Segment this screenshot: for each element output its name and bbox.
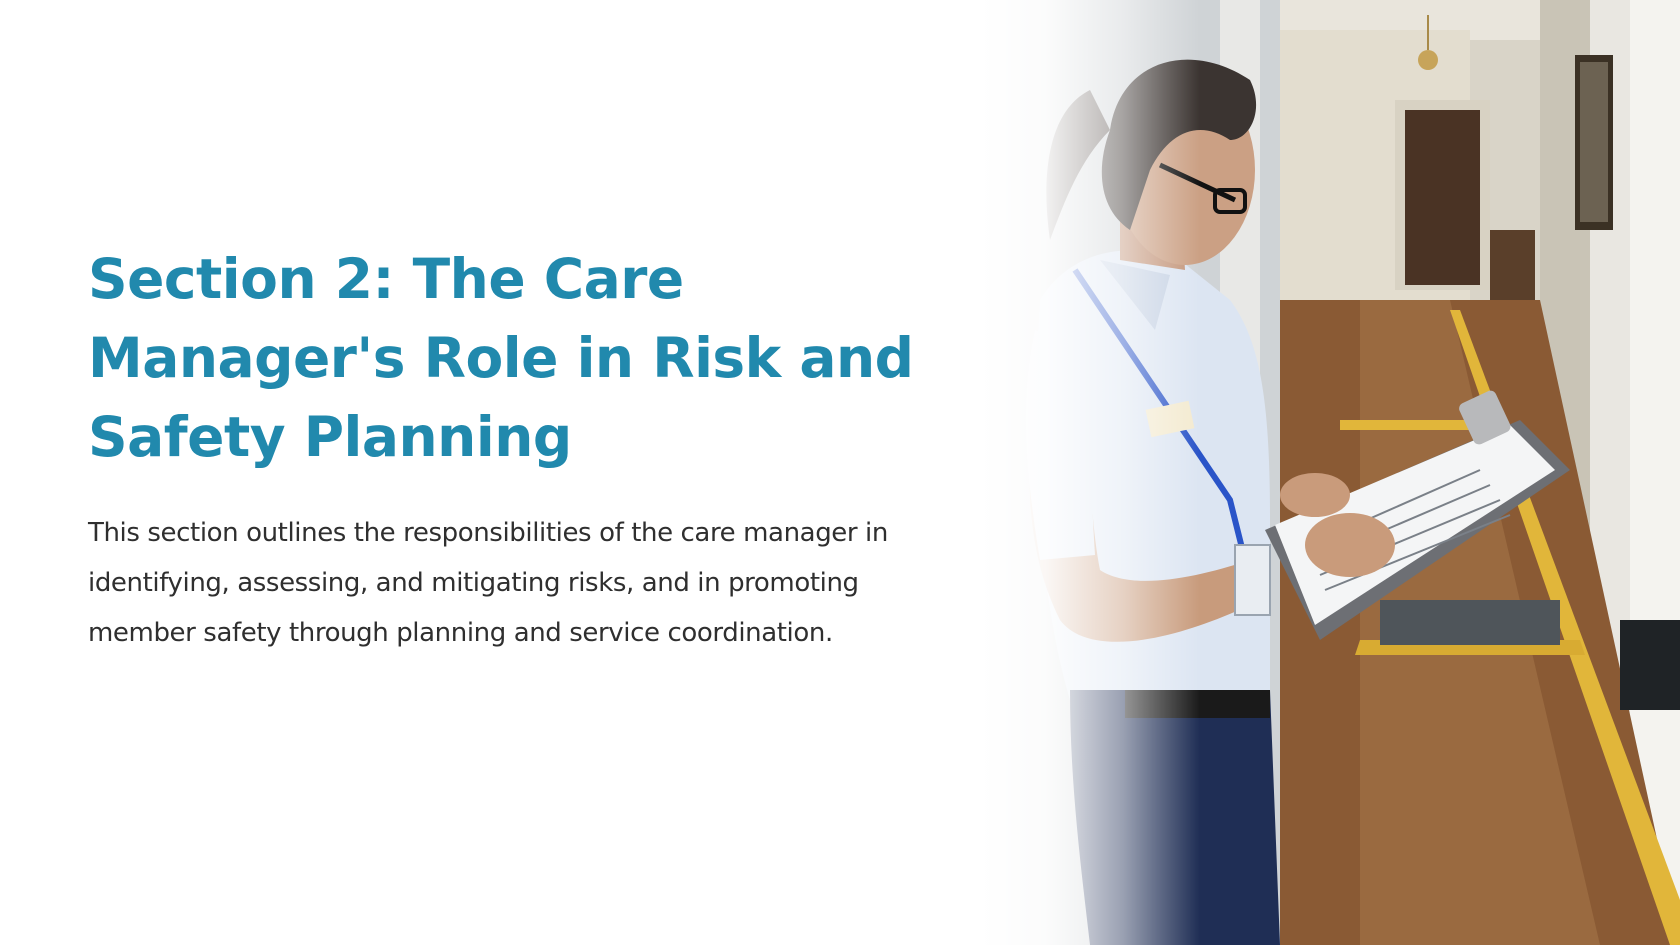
image-fade-overlay xyxy=(980,0,1200,945)
slide-body-text: This section outlines the responsibiliti… xyxy=(88,518,888,648)
slide: Section 2: The Care Manager's Role in Ri… xyxy=(0,0,1680,945)
slide-title: Section 2: The Care Manager's Role in Ri… xyxy=(88,247,914,469)
